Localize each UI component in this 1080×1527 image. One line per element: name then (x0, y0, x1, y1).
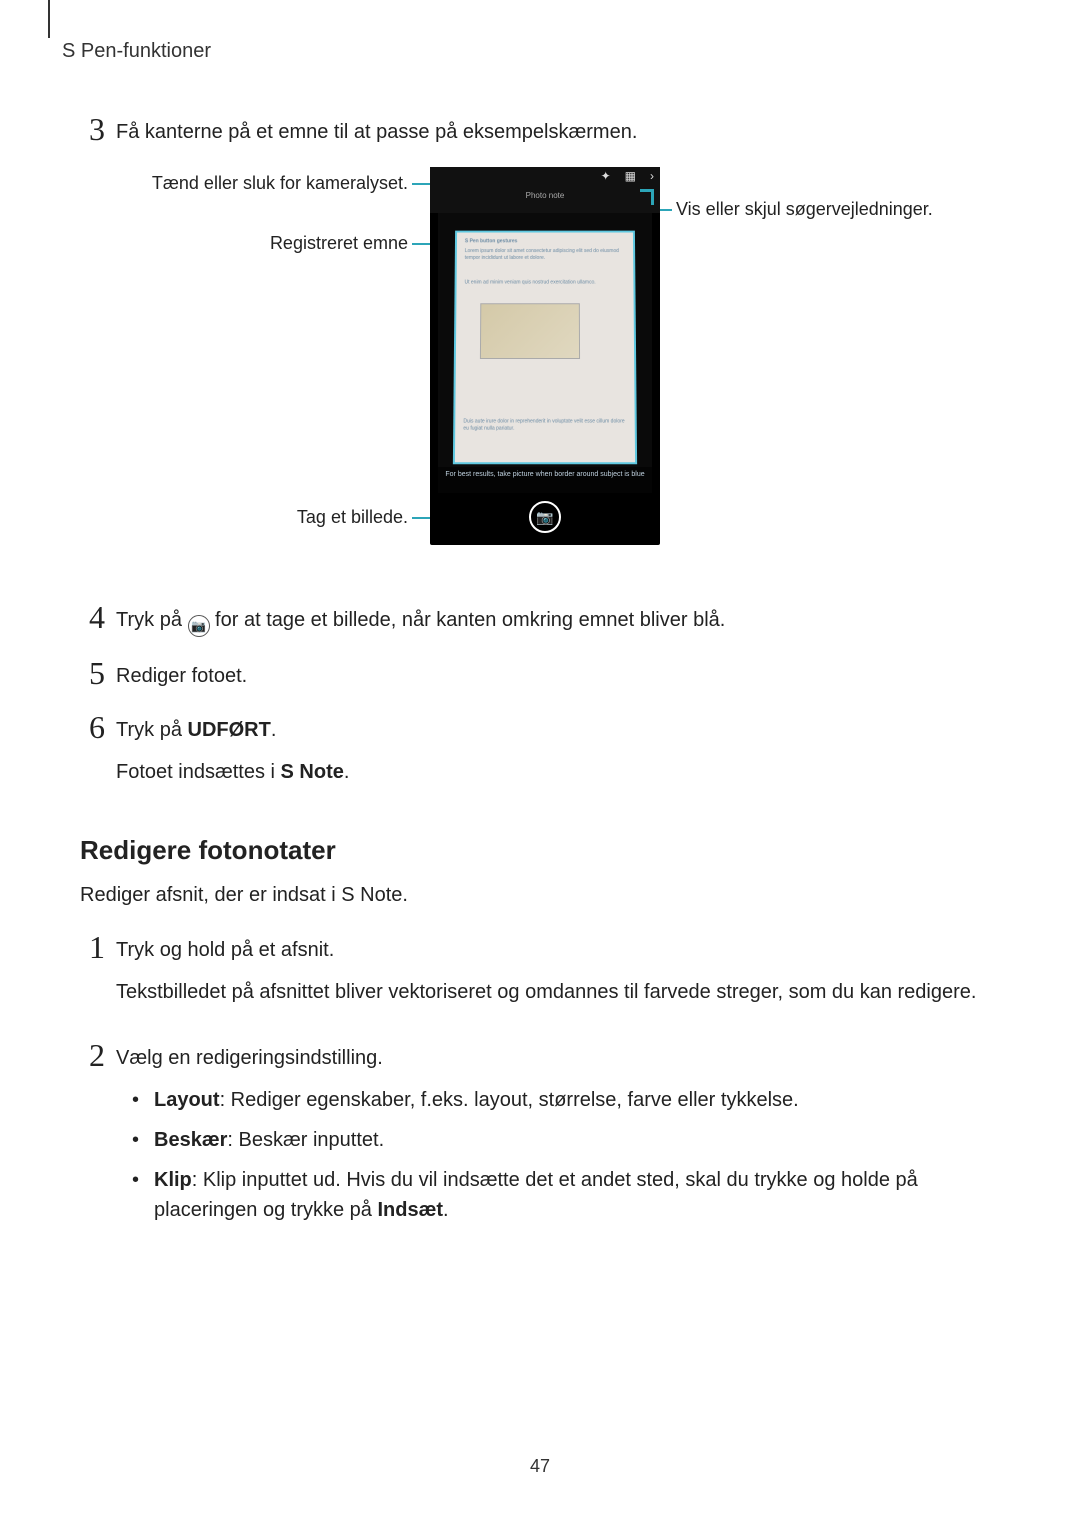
step-6: 6 Tryk på UDFØRT. Fotoet indsættes i S N… (80, 711, 1000, 799)
doc-paragraph: Lorem ipsum dolor sit amet consectetur a… (465, 248, 626, 261)
hint-banner: For best results, take picture when bord… (438, 467, 652, 493)
subsection-heading: Redigere fotonotater (80, 835, 1000, 866)
detected-document: S Pen button gestures Lorem ipsum dolor … (453, 231, 637, 465)
step-4: 4 Tryk på 📷 for at tage et billede, når … (80, 601, 1000, 637)
list-item: Klip: Klip inputtet ud. Hvis du vil inds… (132, 1165, 1000, 1225)
step-text: Rediger fotoet. (116, 657, 247, 691)
subsection-intro: Rediger afsnit, der er indsat i S Note. (80, 884, 1000, 907)
header-rule (48, 0, 50, 38)
options-list: Layout: Rediger egenskaber, f.eks. layou… (116, 1085, 1000, 1225)
step-number: 2 (80, 1039, 114, 1071)
doc-heading: S Pen button gestures (465, 238, 518, 244)
doc-image (480, 303, 580, 359)
callout-subject: Registreret emne (80, 233, 408, 254)
guide-indicator-icon (640, 189, 654, 205)
step-b2: 2 Vælg en redigeringsindstilling. Layout… (80, 1039, 1000, 1235)
doc-paragraph: Duis aute irure dolor in reprehenderit i… (463, 418, 626, 431)
step-number: 1 (80, 931, 114, 963)
shutter-button[interactable]: 📷 (529, 501, 561, 533)
step-5: 5 Rediger fotoet. (80, 657, 1000, 691)
step-number: 4 (80, 601, 114, 633)
figure: Tænd eller sluk for kameralyset. Registr… (80, 167, 1000, 567)
page-number: 47 (0, 1456, 1080, 1477)
phone-topbar: ✦ ▦ › (430, 167, 660, 185)
camera-icon: 📷 (536, 509, 553, 526)
doc-paragraph: Ut enim ad minim veniam quis nostrud exe… (465, 280, 626, 286)
statusbar-label: Photo note (430, 185, 660, 200)
phone-statusbar: Photo note (430, 185, 660, 213)
step-text: Tryk på UDFØRT. Fotoet indsættes i S Not… (116, 711, 349, 799)
camera-viewport: S Pen button gestures Lorem ipsum dolor … (438, 213, 652, 493)
step-text: Vælg en redigeringsindstilling. Layout: … (116, 1039, 1000, 1235)
grid-icon: ▦ (625, 169, 636, 183)
flash-icon: ✦ (601, 169, 611, 183)
step-number: 3 (80, 113, 114, 145)
callout-flash: Tænd eller sluk for kameralyset. (80, 173, 408, 194)
step-number: 6 (80, 711, 114, 743)
list-item: Beskær: Beskær inputtet. (132, 1125, 1000, 1155)
step-text: Få kanterne på et emne til at passe på e… (116, 113, 637, 147)
callout-guides: Vis eller skjul søgervejledninger. (676, 199, 933, 220)
callout-capture: Tag et billede. (80, 507, 408, 528)
camera-icon: 📷 (188, 615, 210, 637)
step-number: 5 (80, 657, 114, 689)
section-title: S Pen-funktioner (62, 40, 1000, 63)
step-text: Tryk og hold på et afsnit. Tekstbilledet… (116, 931, 976, 1019)
chevron-right-icon: › (650, 169, 654, 183)
step-b1: 1 Tryk og hold på et afsnit. Tekstbilled… (80, 931, 1000, 1019)
phone-mockup: ✦ ▦ › Photo note S Pen button gestures L… (430, 167, 660, 545)
step-3: 3 Få kanterne på et emne til at passe på… (80, 113, 1000, 147)
step-text: Tryk på 📷 for at tage et billede, når ka… (116, 601, 725, 637)
list-item: Layout: Rediger egenskaber, f.eks. layou… (132, 1085, 1000, 1115)
